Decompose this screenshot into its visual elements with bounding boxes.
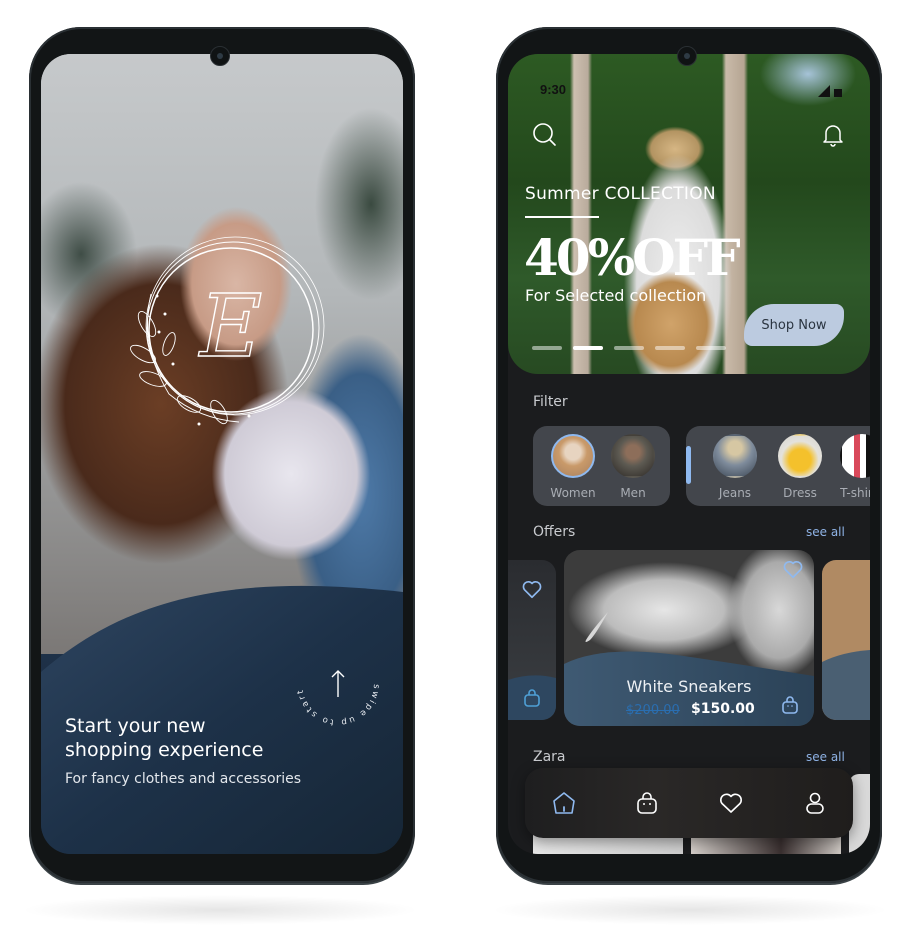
heart-icon xyxy=(720,793,742,813)
dress-avatar xyxy=(778,434,822,478)
filter-tshirts[interactable]: T-shirts xyxy=(832,434,870,500)
left-phone-shadow xyxy=(20,895,420,925)
offer-card-featured[interactable]: White Sneakers $200.00 $150.00 xyxy=(564,550,814,726)
hero-subtitle: For Selected collection xyxy=(525,286,707,305)
card-wave xyxy=(508,675,556,720)
right-phone-frame: 9:30 Summer COLLECTION 40%OFF For Select… xyxy=(496,27,882,883)
nav-bag[interactable] xyxy=(632,788,662,818)
front-camera xyxy=(210,46,230,66)
carousel-dot[interactable] xyxy=(532,346,562,350)
bag-icon[interactable] xyxy=(522,688,542,708)
nike-swoosh-graphic xyxy=(585,612,608,642)
filter-jeans[interactable]: Jeans xyxy=(705,434,765,500)
front-camera xyxy=(677,46,697,66)
women-avatar xyxy=(551,434,595,478)
tshirts-avatar xyxy=(840,434,870,478)
bag-icon xyxy=(637,792,657,814)
offers-see-all-link[interactable]: see all xyxy=(806,525,845,539)
carousel-dot[interactable] xyxy=(614,346,644,350)
filter-label: Men xyxy=(620,486,646,500)
nav-profile[interactable] xyxy=(800,788,830,818)
filter-dress[interactable]: Dress xyxy=(770,434,830,500)
headline-line-1: Start your new xyxy=(65,715,206,737)
filter-label: T-shirts xyxy=(840,486,870,500)
carousel-dot[interactable] xyxy=(696,346,726,350)
zara-heading: Zara xyxy=(533,749,566,765)
onboarding-screen: E swipe up to start shopping xyxy=(41,54,403,854)
home-screen: 9:30 Summer COLLECTION 40%OFF For Select… xyxy=(508,54,870,854)
bell-icon[interactable] xyxy=(820,122,846,148)
status-time: 9:30 xyxy=(540,82,567,97)
shop-now-button[interactable]: Shop Now xyxy=(744,304,844,346)
bottom-navigation xyxy=(525,768,853,838)
jeans-avatar xyxy=(713,434,757,478)
carousel-dot[interactable] xyxy=(655,346,685,350)
heart-icon[interactable] xyxy=(521,578,543,600)
carousel-dot[interactable] xyxy=(573,346,603,350)
category-filter-group: Jeans Dress T-shirts xyxy=(686,426,870,506)
brand-logo: E xyxy=(130,236,325,426)
arrow-up-icon xyxy=(331,670,345,697)
hero-discount: 40%OFF xyxy=(524,228,741,287)
brand-letter: E xyxy=(198,277,263,377)
men-avatar xyxy=(611,434,655,478)
offer-card-next[interactable] xyxy=(822,560,870,720)
hero-banner[interactable]: 9:30 Summer COLLECTION 40%OFF For Select… xyxy=(508,54,870,374)
headline-line-2: shopping experience xyxy=(65,739,264,761)
filter-men[interactable]: Men xyxy=(603,434,663,500)
filter-label: Women xyxy=(550,486,596,500)
nav-home[interactable] xyxy=(549,788,579,818)
heart-icon[interactable] xyxy=(782,558,804,580)
onboarding-subtitle: For fancy clothes and accessories xyxy=(65,771,302,787)
nav-favorites[interactable] xyxy=(716,788,746,818)
right-phone-shadow xyxy=(490,895,890,925)
offer-card-prev[interactable] xyxy=(508,560,556,720)
left-phone-frame: E swipe up to start shopping xyxy=(29,27,415,883)
filter-heading: Filter xyxy=(533,394,568,410)
product-title: White Sneakers xyxy=(626,677,752,696)
swipe-up-indicator[interactable]: swipe up to start shopping xyxy=(293,639,383,729)
home-icon xyxy=(553,792,575,814)
card-wave xyxy=(822,650,870,720)
swipe-circular-text: swipe up to start shopping xyxy=(293,639,379,727)
bag-icon[interactable] xyxy=(780,695,800,715)
hero-underline xyxy=(525,216,599,218)
signal-battery-icon xyxy=(818,85,842,97)
gender-filter-group: Women Men xyxy=(533,426,670,506)
offers-heading: Offers xyxy=(533,524,576,540)
search-icon[interactable] xyxy=(532,122,558,148)
product-new-price: $150.00 xyxy=(691,701,755,717)
onboarding-headline: Start your new shopping experience xyxy=(65,714,263,762)
svg-text:swipe up to start shopping: swipe up to start shopping xyxy=(293,639,381,727)
product-old-price: $200.00 xyxy=(626,703,680,718)
filter-women[interactable]: Women xyxy=(543,434,603,500)
filter-scroll-indicator xyxy=(686,446,691,484)
profile-icon xyxy=(806,792,824,814)
filter-label: Dress xyxy=(783,486,817,500)
hero-kicker: Summer COLLECTION xyxy=(525,184,716,204)
zara-see-all-link[interactable]: see all xyxy=(806,750,845,764)
filter-label: Jeans xyxy=(718,486,752,500)
carousel-indicator xyxy=(532,346,726,350)
